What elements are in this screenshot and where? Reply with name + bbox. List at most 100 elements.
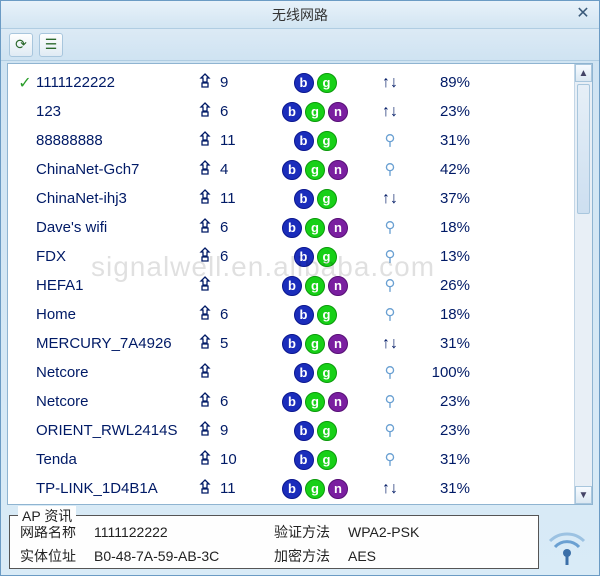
mode-g-icon: g [317, 305, 337, 325]
mode-n-icon: n [328, 102, 348, 122]
wifi-antenna-icon [545, 523, 589, 567]
mode-b-icon: b [294, 189, 314, 209]
network-row[interactable]: Tenda10bg⚲31% [14, 445, 564, 474]
mode-badges: bgn [260, 276, 370, 296]
lock-icon [190, 392, 220, 412]
mode-badges: bgn [260, 479, 370, 499]
mode-n-icon: n [328, 160, 348, 180]
mode-g-icon: g [317, 450, 337, 470]
mode-g-icon: g [305, 160, 325, 180]
connected-icon: ✓ [14, 73, 36, 93]
network-row[interactable]: 8888888811bg⚲31% [14, 126, 564, 155]
signal-percent: 23% [410, 393, 470, 410]
channel-value: 11 [220, 190, 260, 207]
mode-n-icon: n [328, 334, 348, 354]
signal-percent: 100% [410, 364, 470, 381]
signal-key-icon: ⚲ [370, 450, 410, 469]
network-row[interactable]: ORIENT_RWL2414S9bg⚲23% [14, 416, 564, 445]
network-row[interactable]: HEFA1bgn⚲26% [14, 271, 564, 300]
network-row[interactable]: Home6bg⚲18% [14, 300, 564, 329]
signal-percent: 23% [410, 103, 470, 120]
info-enc-value: AES [348, 548, 528, 564]
wifi-window: 无线网路 ✕ ⟳ ☰ ✓11111222229bg↑↓89%1236bgn↑↓2… [0, 0, 600, 576]
network-row[interactable]: Dave's wifi6bgn⚲18% [14, 213, 564, 242]
network-row[interactable]: 1236bgn↑↓23% [14, 97, 564, 126]
network-row[interactable]: Netcore6bgn⚲23% [14, 387, 564, 416]
signal-percent: 26% [410, 277, 470, 294]
ssid-label: 123 [36, 103, 190, 120]
network-row[interactable]: ChinaNet-Gch74bgn⚲42% [14, 155, 564, 184]
network-list: ✓11111222229bg↑↓89%1236bgn↑↓23%888888881… [7, 63, 593, 505]
mode-b-icon: b [294, 363, 314, 383]
mode-badges: bg [260, 131, 370, 151]
mode-g-icon: g [305, 276, 325, 296]
mode-badges: bg [260, 450, 370, 470]
mode-badges: bg [260, 73, 370, 93]
network-row[interactable]: ChinaNet-ihj311bg↑↓37% [14, 184, 564, 213]
ssid-label: HEFA1 [36, 277, 190, 294]
mode-n-icon: n [328, 479, 348, 499]
signal-arrows-icon: ↑↓ [370, 74, 410, 92]
ssid-label: FDX [36, 248, 190, 265]
signal-arrows-icon: ↑↓ [370, 480, 410, 498]
mode-g-icon: g [317, 131, 337, 151]
mode-badges: bgn [260, 160, 370, 180]
refresh-icon: ⟳ [15, 36, 27, 53]
ssid-label: ChinaNet-Gch7 [36, 161, 190, 178]
signal-key-icon: ⚲ [370, 247, 410, 266]
mode-b-icon: b [282, 479, 302, 499]
lock-icon [190, 218, 220, 238]
mode-b-icon: b [282, 334, 302, 354]
ssid-label: Dave's wifi [36, 219, 190, 236]
network-row[interactable]: Netcorebg⚲100% [14, 358, 564, 387]
mode-badges: bgn [260, 102, 370, 122]
mode-g-icon: g [305, 479, 325, 499]
ssid-label: Netcore [36, 393, 190, 410]
signal-arrows-icon: ↑↓ [370, 335, 410, 353]
mode-b-icon: b [294, 421, 314, 441]
ap-info-title: AP 资讯 [18, 506, 76, 526]
mode-badges: bg [260, 363, 370, 383]
info-auth-value: WPA2-PSK [348, 524, 528, 540]
lock-icon [190, 450, 220, 470]
network-row[interactable]: TP-LINK_1D4B1A11bgn↑↓31% [14, 474, 564, 503]
network-row[interactable]: ✓11111222229bg↑↓89% [14, 68, 564, 97]
ssid-label: Tenda [36, 451, 190, 468]
signal-percent: 18% [410, 306, 470, 323]
lock-icon [190, 421, 220, 441]
network-row[interactable]: FDX6bg⚲13% [14, 242, 564, 271]
ssid-label: 1111122222 [36, 74, 190, 91]
signal-key-icon: ⚲ [370, 363, 410, 382]
ssid-label: Home [36, 306, 190, 323]
lock-icon [190, 160, 220, 180]
signal-key-icon: ⚲ [370, 421, 410, 440]
channel-value: 11 [220, 132, 260, 149]
refresh-button[interactable]: ⟳ [9, 33, 33, 57]
lock-icon [190, 73, 220, 93]
network-row[interactable]: MERCURY_7A49265bgn↑↓31% [14, 329, 564, 358]
lock-icon [190, 305, 220, 325]
scrollbar[interactable]: ▲ ▼ [574, 64, 592, 504]
signal-percent: 31% [410, 451, 470, 468]
ssid-label: ORIENT_RWL2414S [36, 422, 190, 439]
signal-percent: 31% [410, 335, 470, 352]
lock-icon [190, 363, 220, 383]
toolbar: ⟳ ☰ [1, 29, 599, 61]
lock-icon [190, 479, 220, 499]
scroll-up-button[interactable]: ▲ [575, 64, 592, 82]
mode-b-icon: b [294, 247, 314, 267]
lock-icon [190, 247, 220, 267]
mode-b-icon: b [282, 102, 302, 122]
signal-percent: 13% [410, 248, 470, 265]
mode-b-icon: b [294, 305, 314, 325]
scroll-thumb[interactable] [577, 84, 590, 214]
mode-n-icon: n [328, 392, 348, 412]
ssid-label: TP-LINK_1D4B1A [36, 480, 190, 497]
mode-badges: bgn [260, 334, 370, 354]
close-button[interactable]: ✕ [573, 5, 593, 25]
mode-g-icon: g [305, 218, 325, 238]
mode-badges: bgn [260, 392, 370, 412]
list-view-button[interactable]: ☰ [39, 33, 63, 57]
scroll-down-button[interactable]: ▼ [575, 486, 592, 504]
mode-g-icon: g [317, 73, 337, 93]
